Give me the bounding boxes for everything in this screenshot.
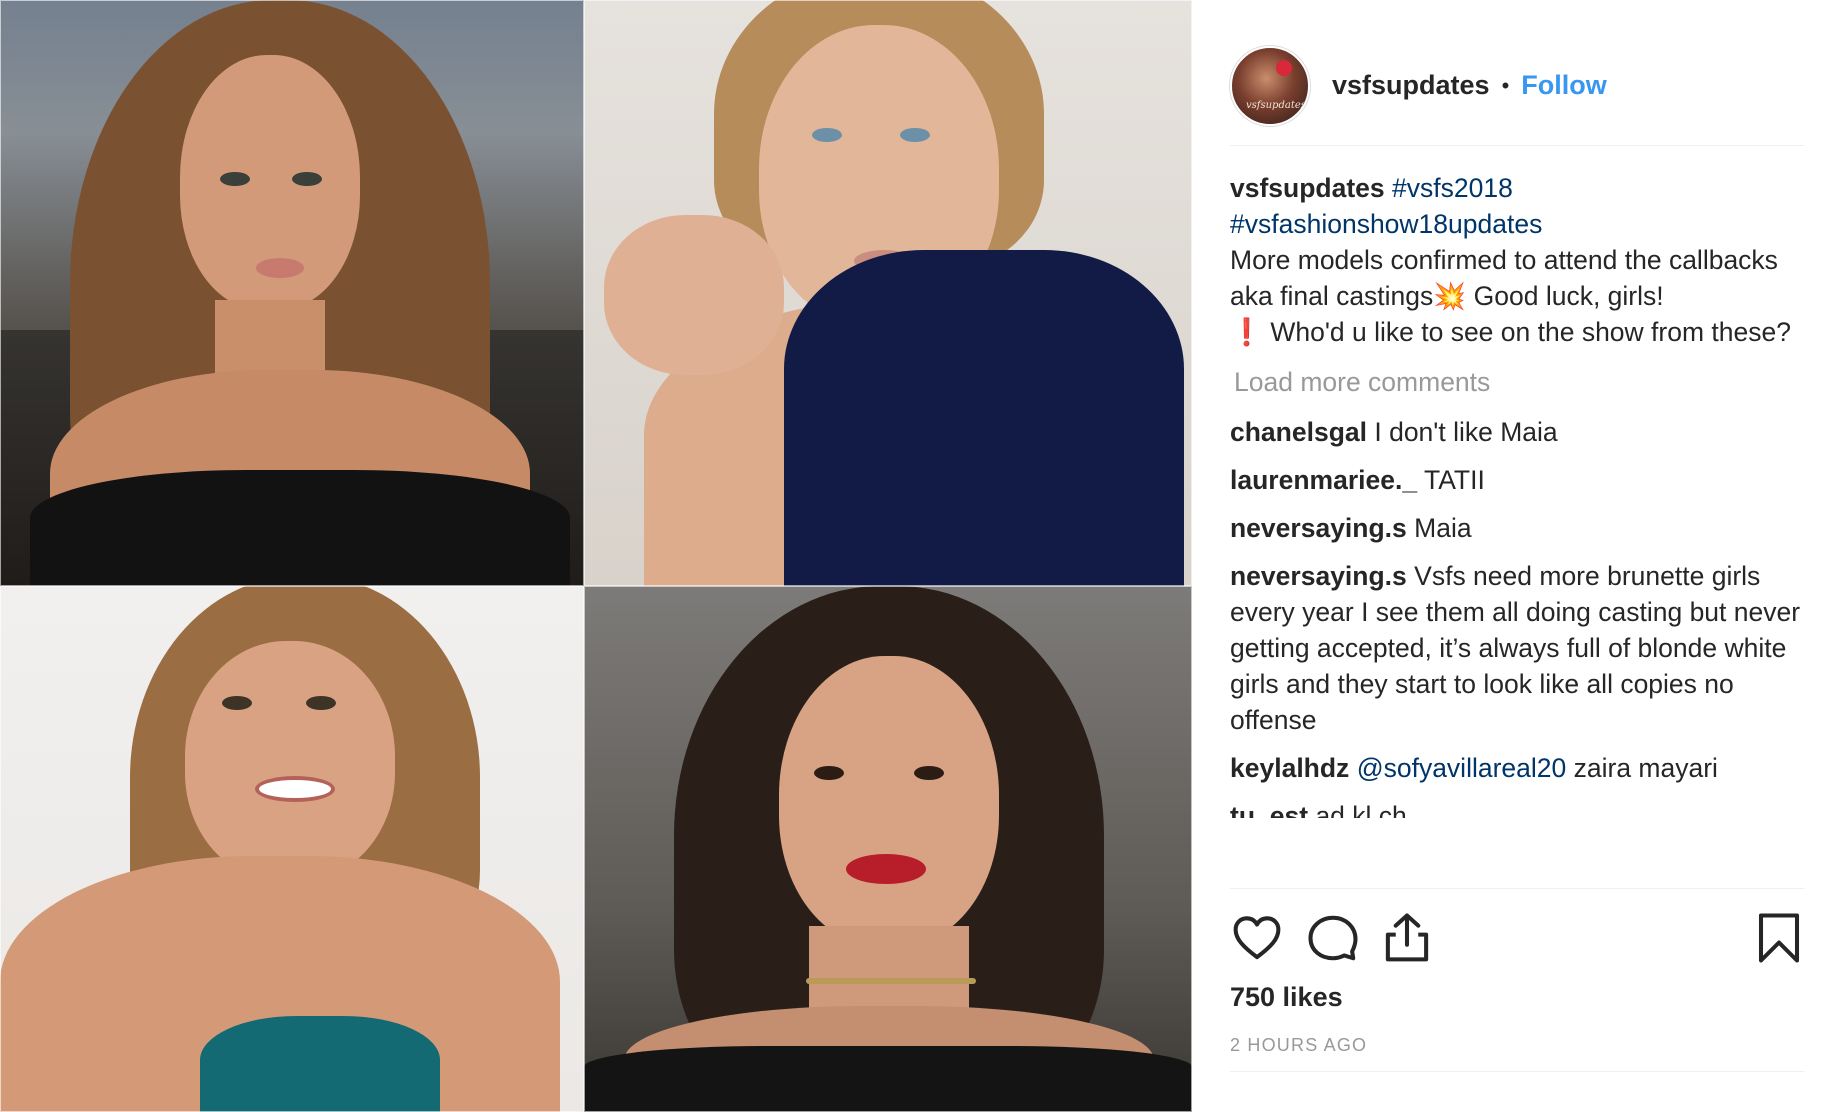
face	[185, 641, 395, 881]
caption-username[interactable]: vsfsupdates	[1230, 173, 1385, 203]
post-caption: vsfsupdates #vsfs2018 #vsfashionshow18up…	[1230, 170, 1804, 350]
navy-top	[784, 250, 1184, 586]
comment-username[interactable]: laurenmariee._	[1230, 465, 1417, 495]
eye-right	[292, 172, 322, 186]
teal-bikini	[200, 1016, 440, 1112]
comment-item-partial: tu_est ad kl ch	[1230, 798, 1804, 818]
eye-left	[812, 128, 842, 142]
avatar[interactable]: vsfsupdates	[1230, 45, 1310, 126]
comment-item: neversaying.s Maia	[1230, 510, 1804, 546]
eye-left	[222, 696, 252, 710]
red-lips	[846, 854, 926, 884]
load-more-comments-button[interactable]: Load more comments	[1234, 364, 1804, 400]
header-separator: •	[1501, 72, 1510, 98]
comment-text: I don't like Maia	[1374, 417, 1558, 447]
post-timestamp[interactable]: 2 HOURS AGO	[1230, 1035, 1367, 1056]
black-top	[584, 1046, 1192, 1112]
photo-model-3	[0, 586, 584, 1112]
follow-button[interactable]: Follow	[1521, 70, 1606, 101]
header-username[interactable]: vsfsupdates	[1332, 70, 1490, 101]
comment-item: keylalhdz @sofyavillareal20 zaira mayari	[1230, 750, 1804, 786]
lips	[256, 258, 304, 278]
comment-username[interactable]: tu_est	[1230, 801, 1308, 818]
post-actions-bar	[1230, 888, 1804, 972]
photo-model-4	[584, 586, 1192, 1112]
caption-text: More models confirmed to attend the call…	[1230, 245, 1778, 311]
post-header: vsfsupdates vsfsupdates • Follow	[1230, 26, 1804, 146]
top-garment	[30, 470, 570, 586]
caption-text: ❗ Who'd u like to see on the show from t…	[1230, 317, 1791, 347]
comment-text: Maia	[1414, 513, 1472, 543]
eye-left	[220, 172, 250, 186]
eye-right	[306, 696, 336, 710]
divider	[1230, 1071, 1804, 1072]
choker-necklace	[806, 978, 976, 984]
comment-text: zaira mayari	[1573, 753, 1718, 783]
post-sidebar: vsfsupdates vsfsupdates • Follow vsfsupd…	[1192, 0, 1847, 1112]
comment-text: TATII	[1423, 465, 1485, 495]
hashtag-link[interactable]: #vsfashionshow18updates	[1230, 209, 1542, 239]
avatar-watermark: vsfsupdates	[1246, 99, 1306, 111]
hashtag-link[interactable]: #vsfs2018	[1392, 173, 1513, 203]
eye-left	[814, 766, 844, 780]
mention-link[interactable]: @sofyavillareal20	[1357, 753, 1567, 783]
likes-count[interactable]: 750 likes	[1230, 982, 1343, 1013]
smile	[255, 776, 335, 802]
comment-bubble-icon[interactable]	[1306, 911, 1360, 965]
hand	[604, 215, 784, 375]
comment-username[interactable]: keylalhdz	[1230, 753, 1349, 783]
comment-text: ad kl ch	[1315, 801, 1407, 818]
heart-icon[interactable]	[1230, 911, 1284, 965]
photo-model-1	[0, 0, 584, 586]
comments-section[interactable]: vsfsupdates #vsfs2018 #vsfashionshow18up…	[1230, 170, 1804, 888]
comment-item: chanelsgal I don't like Maia	[1230, 414, 1804, 450]
photo-model-2	[584, 0, 1192, 586]
face	[779, 656, 999, 946]
comment-item: laurenmariee._ TATII	[1230, 462, 1804, 498]
flower-icon	[1276, 59, 1292, 76]
post-image-collage[interactable]	[0, 0, 1192, 1112]
comment-username[interactable]: chanelsgal	[1230, 417, 1367, 447]
comment-username[interactable]: neversaying.s	[1230, 561, 1407, 591]
share-icon[interactable]	[1380, 911, 1434, 965]
eye-right	[900, 128, 930, 142]
eye-right	[914, 766, 944, 780]
bookmark-icon[interactable]	[1752, 911, 1806, 965]
comment-item: neversaying.s Vsfs need more brunette gi…	[1230, 558, 1804, 738]
comment-username[interactable]: neversaying.s	[1230, 513, 1407, 543]
